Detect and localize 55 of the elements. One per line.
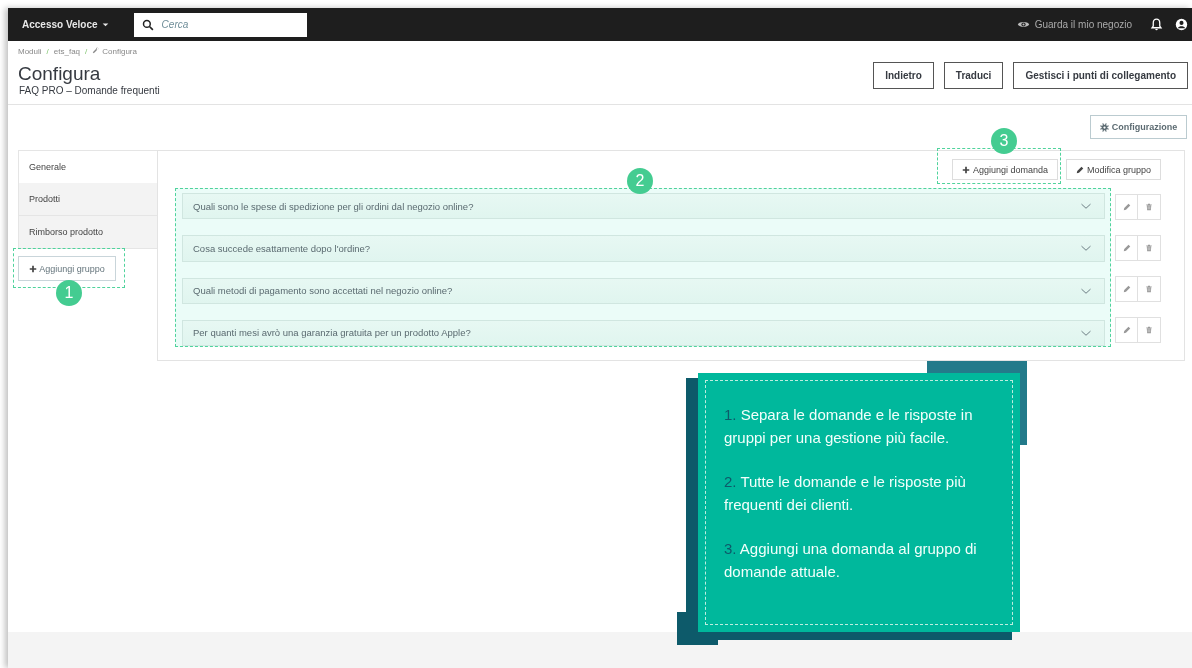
- faq-question[interactable]: Quali metodi di pagamento sono accettati nel negozio online?: [182, 277, 1105, 304]
- edit-button[interactable]: [1115, 194, 1138, 220]
- breadcrumb-link[interactable]: Moduli: [18, 46, 42, 56]
- header-button[interactable]: Indietro: [873, 62, 934, 89]
- wrench-icon: [92, 47, 101, 55]
- header-button[interactable]: Gestisci i punti di collegamento: [1013, 62, 1188, 89]
- step-badge: 3: [991, 128, 1017, 154]
- add-question-button[interactable]: Aggiungi domanda: [951, 159, 1058, 180]
- edit-button[interactable]: [1115, 276, 1138, 302]
- pencil-icon: [1122, 244, 1131, 252]
- pencil-icon: [1122, 326, 1131, 334]
- group-tab[interactable]: Rimborso prodotto: [18, 216, 157, 249]
- step-badge: 2: [627, 168, 653, 194]
- delete-button[interactable]: [1138, 276, 1161, 302]
- breadcrumb-separator: /: [46, 46, 49, 56]
- search-icon: [141, 18, 154, 31]
- delete-button[interactable]: [1138, 317, 1161, 343]
- page-subtitle: FAQ PRO – Domande frequenti: [19, 85, 161, 96]
- add-group-button[interactable]: Aggiungi gruppo: [18, 256, 116, 281]
- note-text: 3. Aggiungi una domanda al gruppo di domande attuale.: [724, 539, 978, 582]
- edit-group-button[interactable]: Modifica gruppo: [1065, 159, 1161, 180]
- breadcrumb-separator: /: [85, 46, 88, 56]
- caret-icon: [100, 20, 110, 29]
- note-text: 1. Separa le domande e le risposte in gruppi per una gestione più facile.: [724, 405, 974, 448]
- delete-button[interactable]: [1138, 235, 1161, 261]
- quick-access-menu[interactable]: Accesso Veloce: [22, 19, 110, 30]
- trash-icon: [1145, 285, 1153, 293]
- step-badge: 1: [56, 280, 82, 306]
- pencil-icon: [1122, 203, 1131, 211]
- account-icon[interactable]: [1175, 18, 1188, 31]
- bell-icon[interactable]: [1150, 18, 1163, 31]
- edit-button[interactable]: [1115, 235, 1138, 261]
- pencil-icon: [1122, 285, 1131, 293]
- breadcrumb-link[interactable]: Configura: [92, 46, 137, 56]
- group-tab[interactable]: Generale: [18, 150, 157, 183]
- delete-button[interactable]: [1138, 194, 1161, 220]
- group-tab[interactable]: Prodotti: [18, 183, 157, 216]
- plus-icon: [29, 264, 38, 273]
- search-field[interactable]: Cerca: [133, 12, 307, 37]
- faq-question[interactable]: Per quanti mesi avrò una garanzia gratuita per un prodotto Apple?: [182, 319, 1105, 346]
- gear-icon: [1099, 122, 1109, 132]
- trash-icon: [1145, 326, 1153, 334]
- note-text: 2. Tutte le domande e le risposte più frequenti dei clienti.: [724, 472, 967, 515]
- trash-icon: [1145, 244, 1153, 252]
- breadcrumb-link[interactable]: ets_faq: [53, 46, 81, 56]
- trash-icon: [1145, 203, 1153, 211]
- faq-question[interactable]: Cosa succede esattamente dopo l'ordine?: [182, 235, 1105, 262]
- configuration-button[interactable]: Configurazione: [1090, 115, 1187, 139]
- plus-icon: [961, 165, 970, 174]
- page-title: Configura: [18, 63, 102, 85]
- edit-button[interactable]: [1115, 317, 1138, 343]
- header-button[interactable]: Traduci: [943, 62, 1004, 89]
- view-shop-link[interactable]: Guarda il mio negozio: [1016, 18, 1132, 31]
- faq-question[interactable]: Quali sono le spese di spedizione per gli ordini dal negozio online?: [182, 193, 1105, 220]
- pencil-icon: [1075, 165, 1084, 174]
